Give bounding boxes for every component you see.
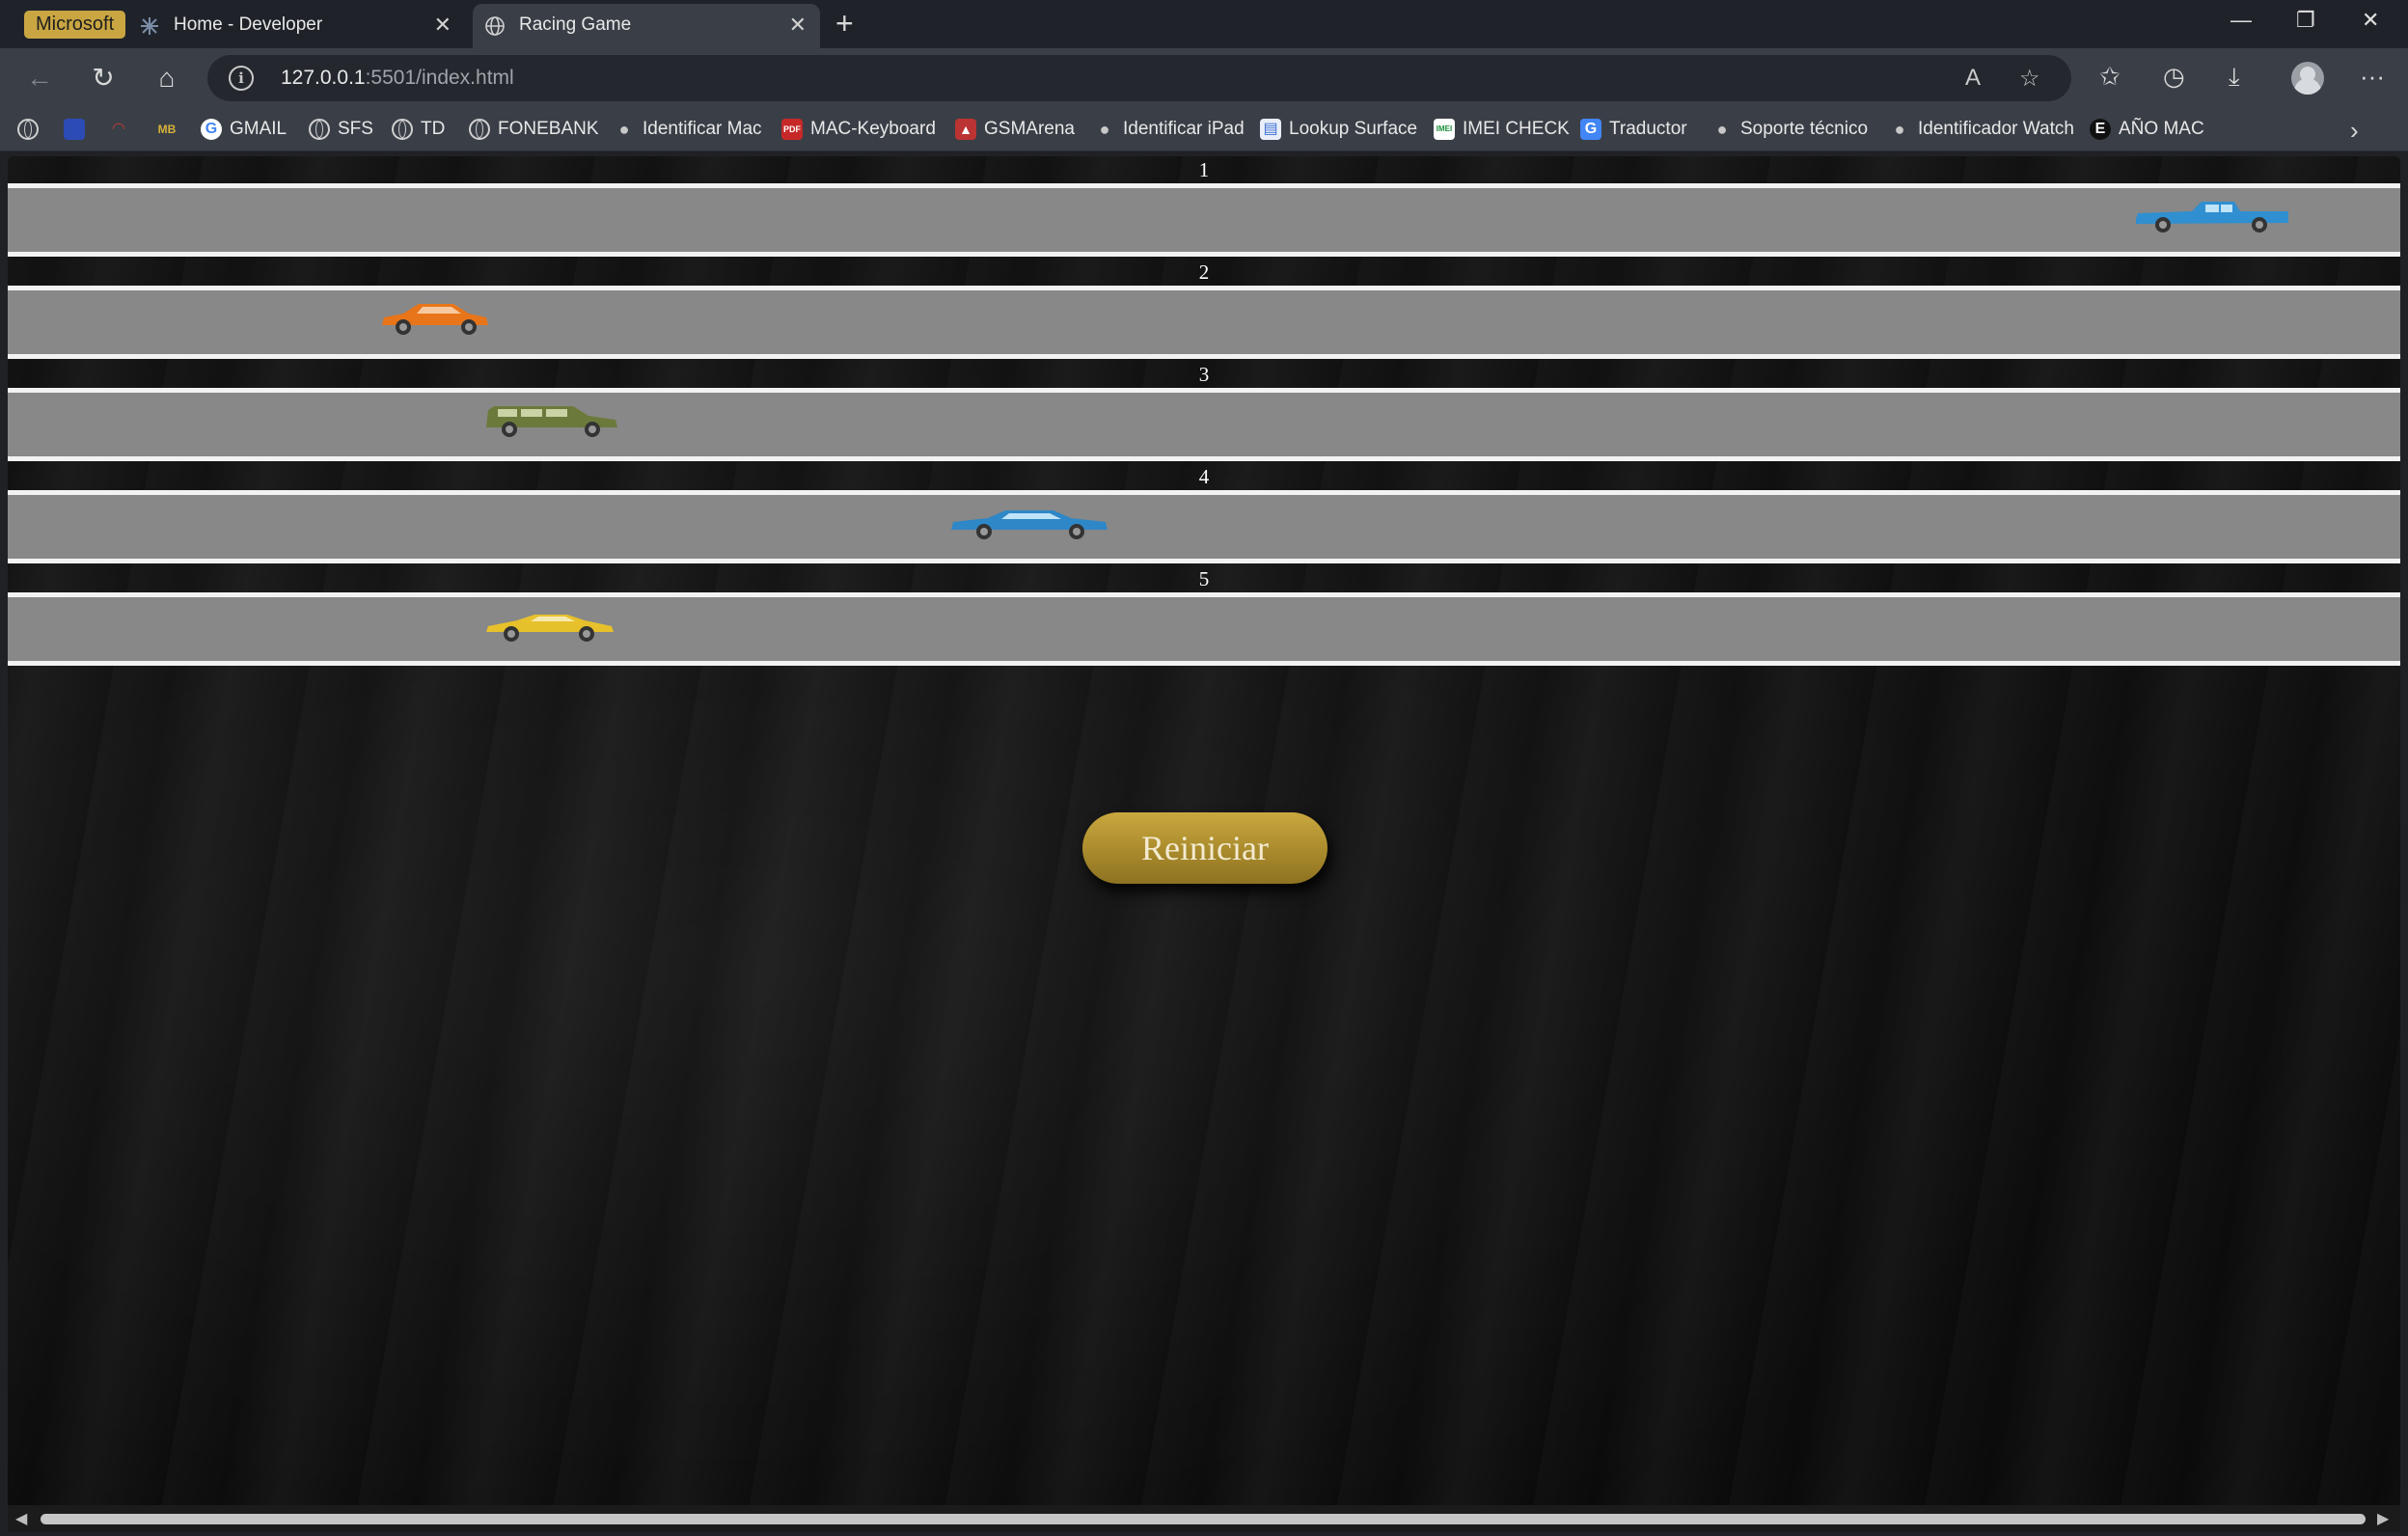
horizontal-scrollbar[interactable]: ◀ ▶	[8, 1505, 2400, 1532]
tab-title: Racing Game	[519, 14, 632, 35]
developer-favicon-icon	[139, 15, 160, 37]
gsmarena-icon: ▲	[955, 118, 976, 140]
back-icon[interactable]: ←	[21, 60, 58, 96]
lane-number: 1	[1198, 158, 1210, 181]
read-aloud-icon[interactable]: A	[1965, 65, 1981, 92]
more-menu-icon[interactable]: ···	[2360, 62, 2385, 92]
bookmark-td[interactable]: TD	[392, 117, 445, 142]
tab-home-developer[interactable]: Home - Developer ✕	[127, 4, 465, 48]
bookmark-sfs[interactable]: SFS	[309, 117, 373, 142]
apple-icon: ●	[1894, 119, 1905, 139]
scrollbar-thumb[interactable]	[41, 1514, 2366, 1524]
bookmark-gauge[interactable]: ◠	[108, 117, 137, 142]
globe-icon	[392, 118, 413, 140]
history-icon[interactable]: ◷	[2163, 62, 2185, 92]
bookmark-ano-mac[interactable]: E AÑO MAC	[2090, 117, 2204, 142]
home-icon[interactable]: ⌂	[149, 60, 185, 96]
apple-icon: ●	[1099, 119, 1110, 139]
lane-road	[8, 286, 2400, 359]
green-suv-car	[486, 406, 617, 437]
new-tab-button[interactable]: +	[835, 6, 854, 41]
bookmark-traductor[interactable]: G Traductor	[1580, 117, 1687, 142]
bookmark-lookup-surface[interactable]: ▤ Lookup Surface	[1260, 117, 1417, 142]
blue-app-icon	[64, 118, 85, 140]
google-icon: G	[201, 118, 222, 140]
bookmark-gsmarena[interactable]: ▲ GSMArena	[955, 117, 1075, 142]
address-toolbar: ← ↻ ⌂ i 127.0.0.1:5501/index.html A ☆ ✩ …	[0, 48, 2408, 108]
globe-icon	[309, 118, 330, 140]
globe-favicon-icon	[484, 15, 506, 37]
address-bar[interactable]: i 127.0.0.1:5501/index.html A ☆	[207, 55, 2071, 101]
tab-racing-game[interactable]: Racing Game ✕	[473, 4, 820, 48]
bookmark-identificar-mac[interactable]: ● Identificar Mac	[614, 117, 762, 142]
blue-pickup-car	[2136, 202, 2288, 233]
bookmark-mb[interactable]: MB	[156, 117, 185, 142]
apple-icon: ●	[1716, 119, 1728, 139]
lane-number: 2	[1198, 261, 1210, 284]
lane-4: 4	[8, 463, 2400, 565]
lane-road	[8, 183, 2400, 257]
apple-icon: ●	[618, 119, 630, 139]
page-viewport: 1 2 3 4 5 Reiniciar	[8, 156, 2400, 1505]
bookmark-blue-app[interactable]	[64, 117, 93, 142]
bookmark-fonebank[interactable]: FONEBANK	[469, 117, 599, 142]
globe-icon	[17, 118, 39, 140]
scroll-right-icon[interactable]: ▶	[2377, 1509, 2389, 1528]
chevron-right-icon[interactable]: ›	[2350, 116, 2359, 146]
profile-avatar-icon[interactable]	[2291, 62, 2324, 95]
tab-close-icon[interactable]: ✕	[434, 13, 452, 38]
lane-road	[8, 388, 2400, 461]
lane-5: 5	[8, 565, 2400, 668]
race-track: 1 2 3 4 5	[8, 156, 2400, 668]
tab-close-icon[interactable]: ✕	[789, 13, 807, 38]
favorite-star-icon[interactable]: ☆	[2019, 65, 2040, 93]
restart-button[interactable]: Reiniciar	[1082, 812, 1327, 884]
bookmark-soporte-tecnico[interactable]: ● Soporte técnico	[1711, 117, 1868, 142]
lane-number: 3	[1198, 363, 1210, 386]
url-text: 127.0.0.1:5501/index.html	[281, 67, 514, 89]
everymac-icon: E	[2090, 118, 2111, 140]
lane-3: 3	[8, 361, 2400, 463]
tab-strip: Microsoft Home - Developer ✕ Racing Game…	[0, 0, 2408, 48]
lane-number: 5	[1198, 567, 1210, 590]
bookmark-imei-check[interactable]: IMEI IMEI CHECK	[1434, 117, 1570, 142]
bookmark-globe[interactable]	[17, 117, 46, 142]
gauge-icon: ◠	[112, 120, 125, 137]
yellow-sports-car	[486, 615, 614, 642]
bookmark-identificar-ipad[interactable]: ● Identificar iPad	[1094, 117, 1245, 142]
imei-icon: IMEI	[1434, 118, 1455, 140]
bookmark-gmail[interactable]: G GMAIL	[201, 117, 287, 142]
lane-number: 4	[1198, 465, 1210, 488]
bookmark-mac-keyboard[interactable]: PDF MAC-Keyboard	[781, 117, 936, 142]
lane-road	[8, 592, 2400, 666]
reload-icon[interactable]: ↻	[85, 60, 122, 96]
orange-hatchback-car	[382, 304, 488, 335]
bookmarks-bar: ◠ MB G GMAIL SFS TD FONEBANK ● Identificar…	[0, 108, 2408, 151]
blue-sedan-car	[951, 510, 1108, 539]
mb-icon: MB	[157, 122, 177, 136]
tab-title: Home - Developer	[174, 14, 323, 35]
minimize-icon[interactable]: —	[2230, 8, 2252, 33]
lane-road	[8, 490, 2400, 563]
document-icon: ▤	[1260, 118, 1281, 140]
lane-1: 1	[8, 156, 2400, 259]
bookmark-identificador-watch[interactable]: ● Identificador Watch	[1889, 117, 2074, 142]
translate-icon: G	[1580, 118, 1601, 140]
scroll-left-icon[interactable]: ◀	[15, 1509, 27, 1528]
globe-icon	[469, 118, 490, 140]
downloads-icon[interactable]: ⤓	[2229, 62, 2240, 93]
site-info-icon[interactable]: i	[229, 66, 254, 91]
close-window-icon[interactable]: ✕	[2362, 8, 2379, 33]
pdf-icon: PDF	[781, 118, 803, 140]
favorites-icon[interactable]: ✩	[2099, 62, 2121, 92]
profile-badge[interactable]: Microsoft	[24, 11, 126, 39]
lane-2: 2	[8, 259, 2400, 361]
restore-icon[interactable]: ❐	[2296, 8, 2315, 33]
